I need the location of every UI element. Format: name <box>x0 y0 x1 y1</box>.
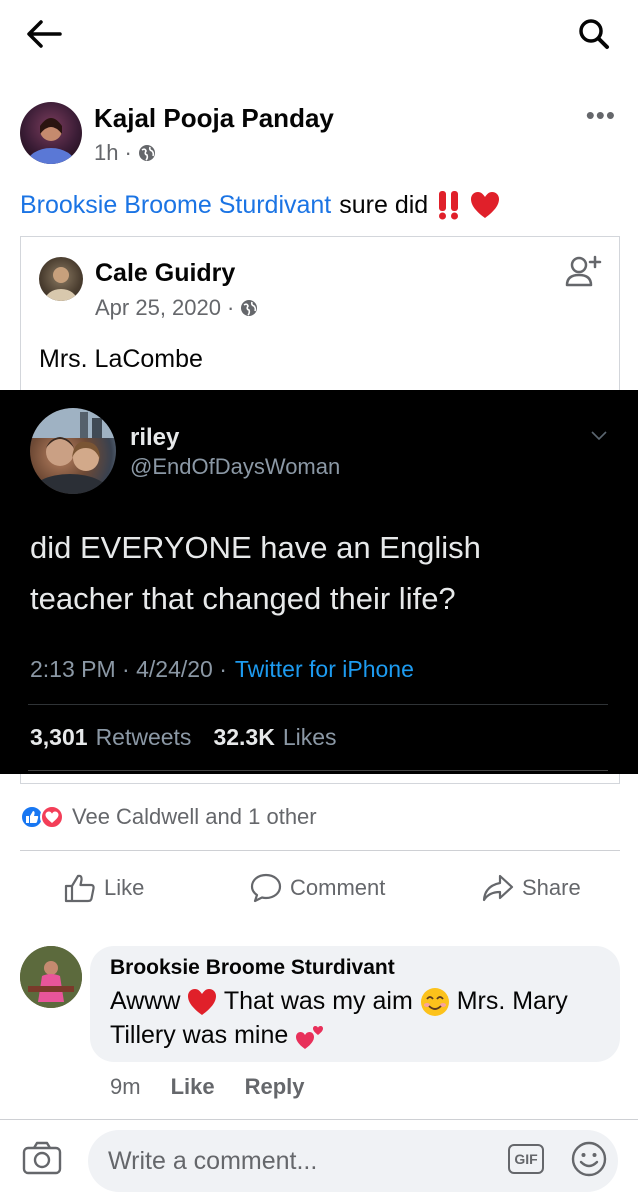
post-meta: 1h · <box>94 140 156 166</box>
comment-text-part: Awww <box>110 987 181 1015</box>
retweet-count: 3,301 <box>30 724 88 750</box>
tweet-timestamp: 2:13 PM · 4/24/20 · Twitter for iPhone <box>30 656 414 683</box>
shared-meta: Apr 25, 2020 · <box>95 295 258 321</box>
comment-label: Comment <box>290 875 386 900</box>
shared-text: Mrs. LaCombe <box>39 345 203 373</box>
avatar[interactable] <box>39 257 83 301</box>
chevron-down-icon <box>590 426 608 444</box>
double-exclamation-icon <box>439 191 459 220</box>
love-reaction-icon <box>40 805 64 829</box>
meta-separator: · <box>124 140 132 165</box>
tweet-author-name: riley <box>130 424 180 451</box>
post-author-name[interactable]: Kajal Pooja Panday <box>94 103 334 134</box>
globe-icon <box>241 300 258 316</box>
globe-icon <box>138 145 155 161</box>
comment-bubble[interactable]: Brooksie Broome Sturdivant Awww That was… <box>90 946 620 1062</box>
tweet-source: Twitter for iPhone <box>234 656 414 682</box>
tweet-text: did EVERYONE have an English teacher tha… <box>30 530 481 616</box>
comment-actions: 9m Like Reply <box>110 1074 305 1100</box>
divider <box>20 850 620 851</box>
mention-link[interactable]: Brooksie Broome Sturdivant <box>20 191 331 220</box>
comment-like-button[interactable]: Like <box>171 1074 215 1100</box>
likes-label: Likes <box>282 724 337 750</box>
meta-separator: · <box>226 295 235 320</box>
share-button[interactable]: Share <box>482 866 581 910</box>
post-body-text: sure did <box>339 190 429 219</box>
red-heart-icon <box>188 989 217 1016</box>
two-hearts-icon <box>296 1026 324 1050</box>
shared-date[interactable]: Apr 25, 2020 <box>95 295 221 321</box>
share-label: Share <box>522 875 581 900</box>
top-bar <box>0 0 638 72</box>
tweet-time: 2:13 PM · 4/24/20 · <box>30 656 227 682</box>
reactions-summary[interactable]: Vee Caldwell and 1 other <box>20 804 317 830</box>
back-arrow-icon[interactable] <box>22 14 66 54</box>
more-options-icon[interactable]: ••• <box>586 100 616 131</box>
gif-button[interactable]: GIF <box>508 1144 544 1174</box>
avatar[interactable] <box>20 102 82 164</box>
post-header: Kajal Pooja Panday 1h · ••• <box>20 100 620 170</box>
comment-time: 9m <box>110 1074 141 1099</box>
divider <box>28 704 608 705</box>
avatar <box>30 408 116 494</box>
tweet-handle: @EndOfDaysWoman <box>130 454 341 479</box>
retweets-label: Retweets <box>95 724 192 750</box>
camera-icon[interactable] <box>22 1140 66 1184</box>
thumbs-up-icon <box>64 874 95 903</box>
like-label: Like <box>104 875 145 900</box>
like-count: 32.3K <box>213 724 275 750</box>
divider <box>0 1119 638 1120</box>
comment-composer: Write a comment... GIF <box>0 1128 638 1194</box>
red-heart-icon <box>471 192 500 218</box>
shared-author-name[interactable]: Cale Guidry <box>95 259 235 288</box>
smiling-face-icon <box>420 988 449 1017</box>
comment-text: Awww That was my aim Mrs. Mary Tillery w… <box>110 984 600 1052</box>
search-icon[interactable] <box>572 12 616 56</box>
comment-bubble-icon <box>250 873 282 903</box>
comment-button[interactable]: Comment <box>250 866 385 910</box>
avatar[interactable] <box>20 946 82 1008</box>
comment-text-part: That was my aim <box>223 987 413 1015</box>
reactions-text[interactable]: Vee Caldwell and 1 other <box>72 804 317 830</box>
comment-reply-button[interactable]: Reply <box>245 1074 305 1100</box>
tweet-stats: 3,301 Retweets 32.3K Likes <box>30 724 337 751</box>
add-friend-icon[interactable] <box>563 251 603 291</box>
post-text: Brooksie Broome Sturdivant sure did <box>20 190 500 220</box>
emoji-icon[interactable] <box>570 1140 608 1178</box>
post-time[interactable]: 1h <box>94 140 118 166</box>
post-actions: Like Comment Share <box>0 866 638 910</box>
like-button[interactable]: Like <box>64 866 144 910</box>
comment-author-name[interactable]: Brooksie Broome Sturdivant <box>110 956 600 980</box>
tweet-image[interactable]: riley @EndOfDaysWoman did EVERYONE have … <box>0 390 638 774</box>
share-arrow-icon <box>482 874 514 902</box>
divider <box>28 770 608 771</box>
